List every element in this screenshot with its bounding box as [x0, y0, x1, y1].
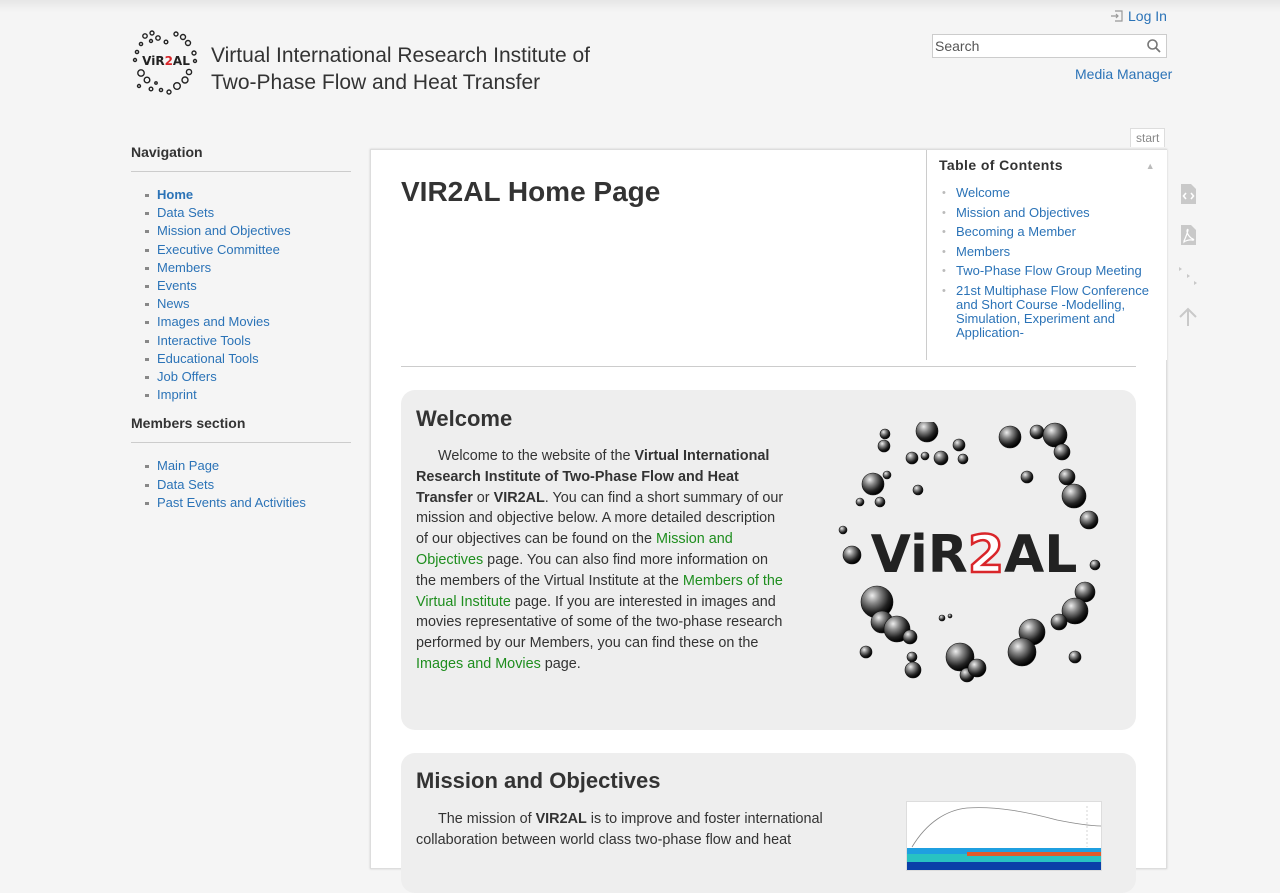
- flow-simulation-image: [907, 802, 1101, 870]
- toc-title: Table of Contents: [939, 157, 1063, 173]
- nav-link-home[interactable]: Home: [157, 187, 193, 202]
- text: Welcome to the website of the: [438, 448, 635, 464]
- nav-link-imprint[interactable]: Imprint: [157, 387, 197, 402]
- toc-item: Becoming a Member: [942, 224, 1167, 240]
- nav-item-events: Events: [141, 277, 351, 295]
- back-to-top-icon[interactable]: [1176, 305, 1200, 329]
- mission-figure[interactable]: [906, 801, 1102, 871]
- page-id-tab: start: [1130, 128, 1166, 147]
- site-title-line2[interactable]: Two-Phase Flow and Heat Transfer: [211, 69, 590, 96]
- mission-paragraph: The mission of VIR2AL is to improve and …: [416, 809, 846, 851]
- sidebar: Navigation Home Data Sets Mission and Ob…: [131, 141, 351, 520]
- nav-item-educational-tools: Educational Tools: [141, 350, 351, 368]
- backlinks-icon[interactable]: [1176, 264, 1200, 288]
- top-bar: [0, 0, 1280, 12]
- toc-header[interactable]: Table of Contents ▲: [927, 150, 1167, 180]
- login-icon: [1111, 10, 1123, 22]
- nav-item-mission: Mission and Objectives: [141, 222, 351, 240]
- svg-text:ViR2AL: ViR2AL: [871, 525, 1078, 585]
- site-title-line1[interactable]: Virtual International Research Institute…: [211, 42, 590, 69]
- link-images-movies[interactable]: Images and Movies: [416, 656, 541, 672]
- member-link-past-events[interactable]: Past Events and Activities: [157, 495, 306, 510]
- member-item-data-sets: Data Sets: [141, 476, 351, 494]
- toc-list: Welcome Mission and Objectives Becoming …: [927, 180, 1167, 340]
- nav-item-imprint: Imprint: [141, 386, 351, 404]
- pdf-icon[interactable]: [1176, 223, 1200, 247]
- member-item-main-page: Main Page: [141, 457, 351, 475]
- welcome-heading: Welcome: [416, 406, 513, 431]
- nav-link-mission[interactable]: Mission and Objectives: [157, 223, 291, 238]
- login-link[interactable]: Log In: [1110, 8, 1167, 24]
- nav-link-members[interactable]: Members: [157, 260, 211, 275]
- member-item-past-events: Past Events and Activities: [141, 494, 351, 512]
- page-title: VIR2AL Home Page: [401, 176, 661, 207]
- toc-item: Two-Phase Flow Group Meeting: [942, 263, 1167, 279]
- welcome-paragraph: Welcome to the website of the Virtual In…: [416, 446, 791, 675]
- nav-link-interactive-tools[interactable]: Interactive Tools: [157, 333, 251, 348]
- nav-link-executive-committee[interactable]: Executive Committee: [157, 242, 280, 257]
- login-label: Log In: [1128, 8, 1167, 24]
- page-tools: [1176, 182, 1200, 346]
- member-link-data-sets[interactable]: Data Sets: [157, 477, 214, 492]
- search-input[interactable]: [933, 36, 1138, 56]
- nav-link-news[interactable]: News: [157, 296, 190, 311]
- toc-item: Members: [942, 244, 1167, 259]
- toc-item: Welcome: [942, 185, 1167, 201]
- toc-link-welcome[interactable]: Welcome: [956, 185, 1010, 200]
- collapse-triangle-icon[interactable]: ▲: [1146, 161, 1155, 173]
- toc-link-conference[interactable]: 21st Multiphase Flow Conference and Shor…: [956, 283, 1149, 340]
- mission-heading: Mission and Objectives: [416, 768, 661, 793]
- text: or: [472, 489, 494, 506]
- nav-link-educational-tools[interactable]: Educational Tools: [157, 351, 259, 366]
- nav-link-job-offers[interactable]: Job Offers: [157, 369, 217, 384]
- members-list: Main Page Data Sets Past Events and Acti…: [131, 443, 351, 520]
- toc-link-becoming-member[interactable]: Becoming a Member: [956, 224, 1076, 239]
- welcome-section: Welcome Welcome to the website of the Vi…: [401, 390, 1136, 730]
- vir2al-logo-icon: ViR2AL: [132, 30, 198, 95]
- show-source-icon[interactable]: [1176, 182, 1200, 206]
- magnifier-icon[interactable]: [1146, 38, 1162, 54]
- nav-item-news: News: [141, 295, 351, 313]
- toc-link-mission[interactable]: Mission and Objectives: [956, 205, 1090, 220]
- nav-item-data-sets: Data Sets: [141, 204, 351, 222]
- members-section-heading: Members section: [131, 412, 351, 444]
- nav-link-images-movies[interactable]: Images and Movies: [157, 314, 270, 329]
- nav-item-executive-committee: Executive Committee: [141, 241, 351, 259]
- acronym: VIR2AL: [493, 489, 545, 506]
- toc-link-members[interactable]: Members: [956, 244, 1010, 259]
- text: page.: [540, 655, 581, 672]
- svg-text:ViR2AL: ViR2AL: [142, 54, 190, 68]
- member-link-main-page[interactable]: Main Page: [157, 458, 219, 473]
- navigation-heading: Navigation: [131, 141, 351, 172]
- nav-link-data-sets[interactable]: Data Sets: [157, 205, 214, 220]
- main-content: VIR2AL Home Page Table of Contents ▲ Wel…: [370, 149, 1167, 893]
- media-manager-link[interactable]: Media Manager: [1075, 66, 1172, 82]
- table-of-contents: Table of Contents ▲ Welcome Mission and …: [926, 150, 1167, 360]
- nav-link-events[interactable]: Events: [157, 278, 197, 293]
- mission-section: Mission and Objectives The mission of VI…: [401, 753, 1136, 893]
- nav-item-interactive-tools: Interactive Tools: [141, 332, 351, 350]
- divider: [401, 366, 1136, 367]
- site-logo[interactable]: ViR2AL: [131, 28, 201, 98]
- nav-item-images-movies: Images and Movies: [141, 313, 351, 331]
- nav-item-job-offers: Job Offers: [141, 368, 351, 386]
- site-title[interactable]: Virtual International Research Institute…: [211, 42, 590, 96]
- toc-link-group-meeting[interactable]: Two-Phase Flow Group Meeting: [956, 263, 1142, 278]
- toc-item: 21st Multiphase Flow Conference and Shor…: [942, 283, 1167, 340]
- search-box: [932, 34, 1167, 58]
- text: The mission of: [438, 811, 536, 827]
- nav-item-home: Home: [141, 186, 351, 204]
- acronym: VIR2AL: [535, 811, 587, 827]
- toc-item: Mission and Objectives: [942, 205, 1167, 220]
- vir2al-bubbles-image[interactable]: ViR2AL: [837, 422, 1107, 692]
- nav-item-members: Members: [141, 259, 351, 277]
- navigation-list: Home Data Sets Mission and Objectives Ex…: [131, 172, 351, 412]
